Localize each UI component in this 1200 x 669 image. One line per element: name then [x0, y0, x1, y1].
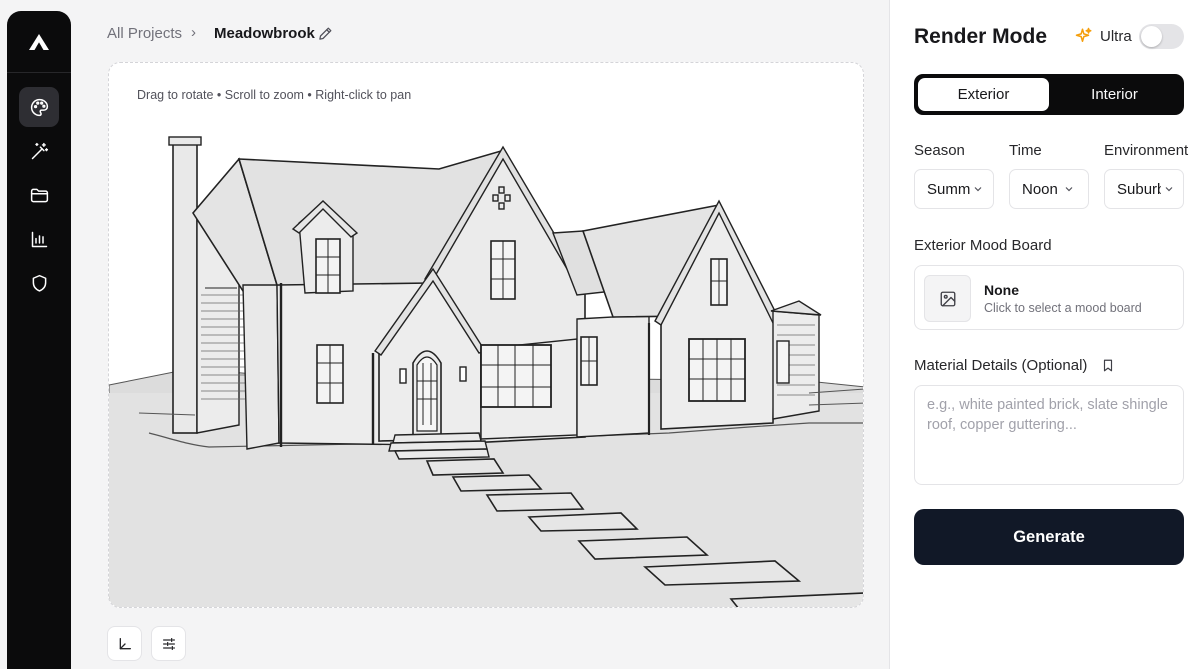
pencil-icon[interactable] [318, 26, 333, 41]
generate-button[interactable]: Generate [914, 509, 1184, 565]
sidebar [7, 11, 71, 669]
sliders-icon [162, 637, 175, 650]
shield-icon [32, 274, 46, 292]
tab-exterior[interactable]: Exterior [918, 78, 1049, 111]
breadcrumb-separator: › [191, 24, 196, 41]
mood-board-title: None [984, 282, 1019, 298]
nav-magic[interactable] [19, 131, 59, 171]
time-value: Noon [1022, 180, 1058, 198]
nav-security[interactable] [19, 263, 59, 303]
bookmark-icon[interactable] [1101, 358, 1115, 373]
environment-select[interactable]: Suburb [1104, 169, 1184, 209]
environment-label: Environment [1104, 142, 1189, 159]
app-logo[interactable] [7, 11, 71, 73]
mood-board-selector[interactable]: None Click to select a mood board [914, 265, 1184, 330]
ultra-toggle[interactable] [1139, 24, 1184, 49]
panel-title: Render Mode [914, 25, 1048, 48]
season-label: Season [914, 142, 965, 159]
time-select[interactable]: Noon [1009, 169, 1089, 209]
house-model-render [109, 136, 863, 607]
season-select[interactable]: Summ [914, 169, 994, 209]
material-details-input[interactable] [914, 385, 1184, 485]
project-name: Meadowbrook [214, 25, 315, 42]
ultra-label: Ultra [1100, 28, 1132, 45]
time-label: Time [1009, 142, 1042, 159]
breadcrumb-all-projects[interactable]: All Projects [107, 25, 182, 42]
nav-render[interactable] [19, 87, 59, 127]
mood-board-thumbnail [924, 275, 971, 322]
axes-tool-button[interactable] [107, 626, 142, 661]
mood-board-label: Exterior Mood Board [914, 237, 1052, 254]
logo-icon [29, 33, 49, 50]
magic-wand-icon [31, 142, 48, 159]
nav-analytics[interactable] [19, 219, 59, 259]
chevron-down-icon [1065, 187, 1073, 192]
material-details-label: Material Details (Optional) [914, 357, 1088, 374]
render-settings-panel: Render Mode Ultra Exterior Interior Seas… [889, 0, 1200, 669]
mood-board-subtitle: Click to select a mood board [984, 301, 1142, 315]
environment-value: Suburb [1117, 180, 1161, 198]
tab-interior[interactable]: Interior [1049, 78, 1180, 111]
palette-icon [30, 98, 48, 116]
chevron-down-icon [1165, 187, 1173, 192]
adjustments-tool-button[interactable] [151, 626, 186, 661]
toggle-knob [1141, 26, 1162, 47]
bar-chart-icon [31, 231, 47, 247]
axes-icon [119, 637, 131, 649]
folder-icon [30, 188, 48, 202]
model-viewport[interactable]: Drag to rotate • Scroll to zoom • Right-… [108, 62, 864, 608]
chevron-down-icon [974, 187, 982, 192]
render-mode-segmented-control: Exterior Interior [914, 74, 1184, 115]
nav-projects[interactable] [19, 175, 59, 215]
sparkle-icon [1075, 27, 1092, 42]
season-value: Summ [927, 180, 971, 198]
image-icon [940, 291, 955, 306]
